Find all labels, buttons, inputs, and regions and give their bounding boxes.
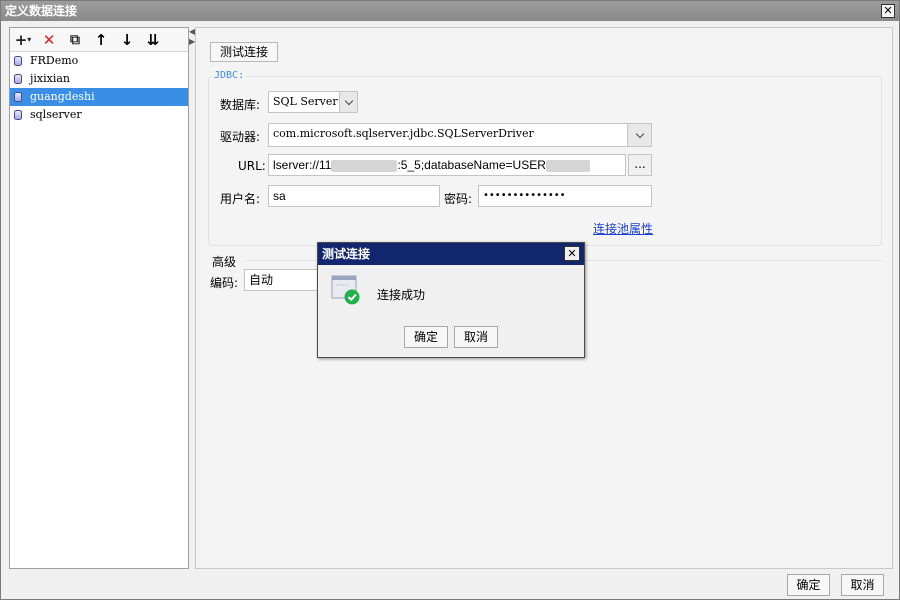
url-label: URL: bbox=[238, 159, 266, 173]
url-browse-button[interactable]: ... bbox=[628, 154, 652, 176]
url-input[interactable]: lserver://11 :5_5;databaseName=USER bbox=[268, 154, 626, 176]
dialog-titlebar: 测试连接 ✕ bbox=[318, 243, 584, 265]
connection-item-label: jixixian bbox=[30, 72, 71, 85]
connection-item[interactable]: jixixian bbox=[10, 70, 188, 88]
connection-item[interactable]: guangdeshi bbox=[10, 88, 188, 106]
connection-item[interactable]: sqlserver bbox=[10, 106, 188, 124]
window-titlebar: 定义数据连接 ✕ bbox=[1, 1, 899, 21]
move-up-icon[interactable]: ↑ bbox=[92, 31, 110, 49]
connection-item-label: sqlserver bbox=[30, 108, 82, 121]
redacted-blur bbox=[545, 159, 590, 172]
connection-toolbar: + ▾ ✕ ⧉ ↑ ↓ ⇊ bbox=[10, 28, 188, 52]
connection-item[interactable]: FRDemo bbox=[10, 52, 188, 70]
dialog-close-button[interactable]: ✕ bbox=[564, 246, 580, 261]
dialog-title: 测试连接 bbox=[322, 247, 371, 261]
password-input[interactable]: •••••••••••••• bbox=[478, 185, 652, 207]
database-icon bbox=[14, 56, 22, 66]
redacted-blur bbox=[331, 159, 398, 172]
connection-item-label: guangdeshi bbox=[30, 90, 95, 103]
database-value: SQL Server bbox=[273, 95, 338, 108]
username-label: 用户名: bbox=[220, 192, 261, 206]
sort-icon[interactable]: ⇊ bbox=[144, 31, 162, 49]
driver-value: com.microsoft.sqlserver.jdbc.SQLServerDr… bbox=[273, 127, 534, 140]
encoding-label: 编码: bbox=[210, 276, 239, 290]
success-check-icon bbox=[331, 275, 360, 305]
dialog-cancel-button[interactable]: 取消 bbox=[454, 326, 498, 348]
dialog-message: 连接成功 bbox=[377, 288, 426, 302]
username-input[interactable]: sa bbox=[268, 185, 440, 207]
window-close-button[interactable]: ✕ bbox=[881, 4, 895, 18]
delete-connection-icon[interactable]: ✕ bbox=[40, 31, 58, 49]
database-icon bbox=[14, 92, 22, 102]
move-down-icon[interactable]: ↓ bbox=[118, 31, 136, 49]
chevron-down-icon[interactable] bbox=[339, 92, 357, 112]
database-icon bbox=[14, 110, 22, 120]
test-connection-button[interactable]: 测试连接 bbox=[210, 42, 278, 62]
connection-item-label: FRDemo bbox=[30, 54, 79, 67]
add-connection-icon[interactable]: + ▾ bbox=[14, 31, 32, 49]
test-connection-dialog: 测试连接 ✕ 连接成功 确定 取消 bbox=[317, 242, 585, 358]
jdbc-legend: JDBC: bbox=[212, 70, 247, 81]
driver-label: 驱动器: bbox=[220, 130, 261, 144]
data-connection-window: 定义数据连接 ✕ + ▾ ✕ ⧉ ↑ ↓ ⇊ FRDemo jixixian guan… bbox=[0, 0, 900, 600]
cancel-button[interactable]: 取消 bbox=[841, 574, 884, 596]
chevron-down-icon[interactable] bbox=[627, 124, 651, 146]
connection-list-panel: + ▾ ✕ ⧉ ↑ ↓ ⇊ FRDemo jixixian guangdeshi sql… bbox=[9, 27, 189, 569]
password-label: 密码: bbox=[444, 192, 473, 206]
database-label: 数据库: bbox=[220, 98, 261, 112]
driver-select[interactable]: com.microsoft.sqlserver.jdbc.SQLServerDr… bbox=[268, 123, 652, 147]
dialog-ok-button[interactable]: 确定 bbox=[404, 326, 448, 348]
database-icon bbox=[14, 74, 22, 84]
ok-button[interactable]: 确定 bbox=[787, 574, 830, 596]
window-title: 定义数据连接 bbox=[5, 4, 78, 18]
database-select[interactable]: SQL Server bbox=[268, 91, 358, 113]
encoding-select[interactable]: 自动 bbox=[244, 269, 324, 291]
copy-connection-icon[interactable]: ⧉ bbox=[66, 31, 84, 49]
advanced-title: 高级 bbox=[212, 255, 237, 269]
connection-pool-link[interactable]: 连接池属性 bbox=[593, 220, 653, 237]
url-text-prefix: lserver://11 bbox=[273, 158, 332, 172]
url-text-middle: :5_5;databaseName=USER bbox=[397, 158, 546, 172]
connection-list: FRDemo jixixian guangdeshi sqlserver bbox=[10, 52, 188, 124]
